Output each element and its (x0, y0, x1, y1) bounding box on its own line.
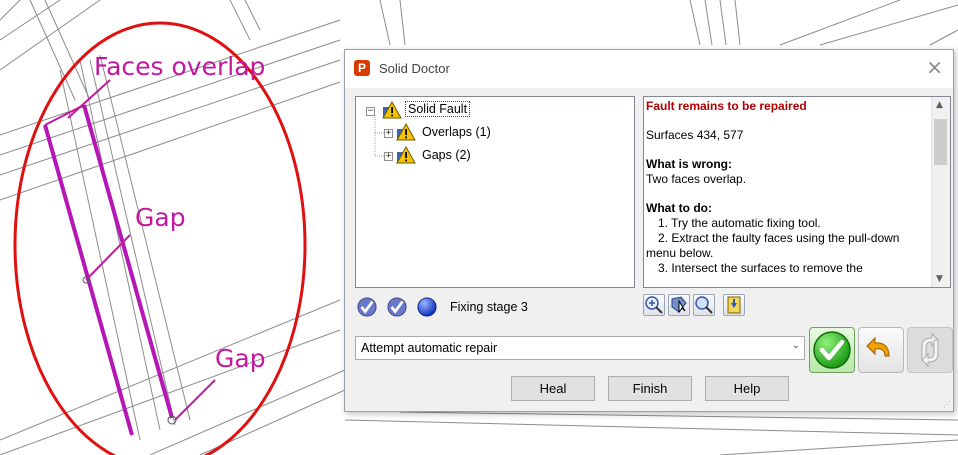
info-wrong-text: Two faces overlap. (646, 172, 747, 186)
tree-root-solid-fault[interactable]: Solid Fault (405, 101, 471, 117)
expand-toggle[interactable]: + (384, 152, 393, 161)
info-step: 3. Intersect the surfaces to remove the (658, 261, 863, 275)
fault-info-panel[interactable]: Fault remains to be repaired Surfaces 43… (643, 96, 951, 288)
repair-action-select[interactable]: Attempt automatic repair ⌄ (355, 336, 805, 360)
dialog-title: Solid Doctor (379, 61, 450, 76)
highlight-ellipse (13, 21, 307, 455)
warning-triangle-icon (382, 101, 402, 119)
finish-button[interactable]: Finish (608, 376, 692, 401)
fixing-stage-label: Fixing stage 3 (450, 300, 528, 314)
info-surfaces: Surfaces 434, 577 (646, 128, 744, 142)
info-step: menu below. (646, 246, 714, 260)
zoom-in-button[interactable] (643, 294, 665, 316)
info-heading: Fault remains to be repaired (646, 99, 807, 113)
faces-overlap-label: Faces overlap (94, 52, 266, 81)
zoom-in-icon (645, 296, 663, 314)
scroll-up-icon[interactable]: ▲ (936, 100, 943, 110)
export-icon (727, 296, 741, 314)
fault-tree[interactable]: − Solid Fault + Overlaps (1) + Gaps (2) (355, 96, 635, 288)
chevron-down-icon: ⌄ (791, 340, 800, 351)
help-button[interactable]: Help (705, 376, 789, 401)
scrollbar-thumb[interactable] (934, 119, 947, 165)
magnify-icon (695, 296, 713, 314)
close-button[interactable]: × (926, 55, 943, 79)
app-logo-icon: P (354, 60, 370, 76)
apply-check-icon (813, 331, 851, 369)
check-stage-icon (357, 297, 377, 317)
expand-toggle[interactable]: + (384, 129, 393, 138)
tree-item-overlaps[interactable]: Overlaps (1) (422, 125, 491, 139)
scroll-down-icon[interactable]: ▼ (936, 274, 943, 284)
select-face-button[interactable] (668, 294, 690, 316)
info-step: 1. Try the automatic fixing tool. (658, 216, 821, 230)
select-face-icon (671, 296, 687, 314)
tree-item-gaps[interactable]: Gaps (2) (422, 148, 471, 162)
info-todo-heading: What to do: (646, 201, 712, 215)
undo-button[interactable] (858, 327, 904, 373)
apply-button[interactable] (809, 327, 855, 373)
info-wrong-heading: What is wrong: (646, 157, 732, 171)
check-stage-icon (387, 297, 407, 317)
fault-info-text: Fault remains to be repaired Surfaces 43… (646, 99, 928, 276)
undo-arrow-icon (866, 336, 890, 357)
collapse-toggle[interactable]: − (366, 107, 375, 116)
info-scrollbar[interactable]: ▲ ▼ (931, 97, 950, 287)
blue-ball-icon (417, 297, 437, 317)
gap-label: Gap (135, 203, 186, 232)
gap-label: Gap (215, 344, 266, 373)
warning-triangle-icon (396, 146, 416, 164)
heal-button[interactable]: Heal (511, 376, 595, 401)
title-bar[interactable]: P Solid Doctor × (345, 50, 953, 88)
magnify-button[interactable] (693, 294, 715, 316)
warning-triangle-icon (396, 123, 416, 141)
solid-doctor-dialog: P Solid Doctor × − Solid Fault + Overlap… (344, 49, 954, 412)
redo-arrows-icon (921, 332, 939, 368)
info-step: 2. Extract the faulty faces using the pu… (658, 231, 900, 245)
export-button[interactable] (723, 294, 745, 316)
resize-grip[interactable]: ⋰ (943, 400, 951, 409)
repair-action-value: Attempt automatic repair (361, 341, 498, 355)
redo-button[interactable] (907, 327, 953, 373)
